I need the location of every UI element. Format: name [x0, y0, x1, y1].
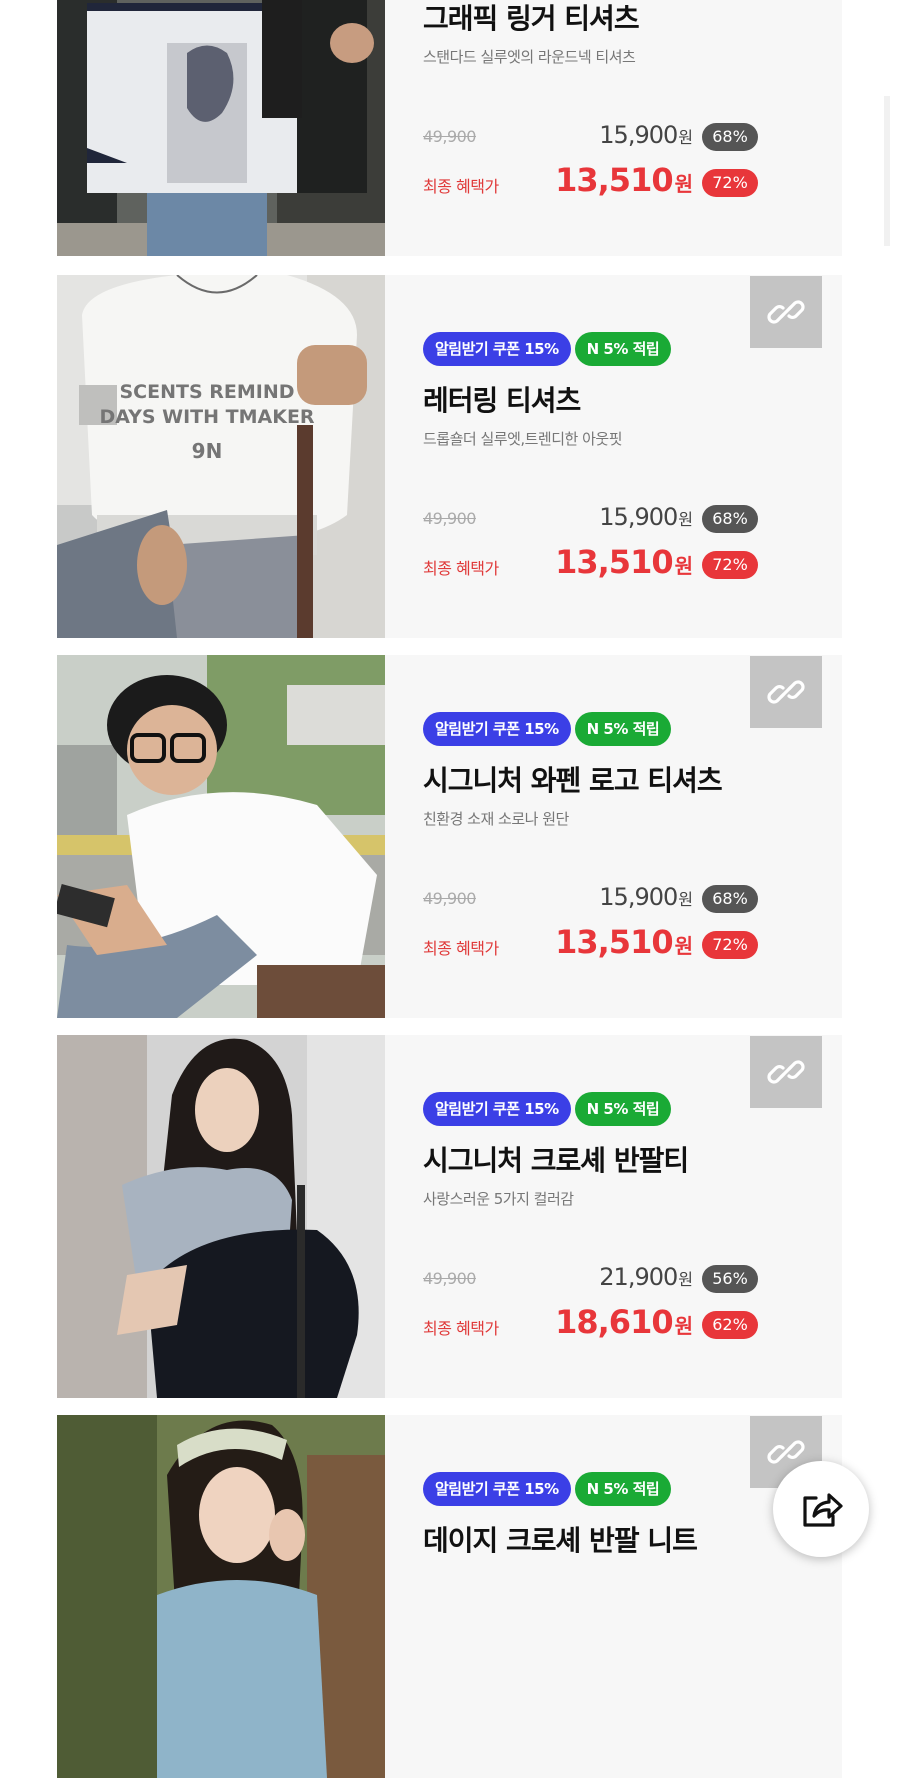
- final-discount-badge: 72%: [702, 551, 758, 579]
- final-price-label: 최종 혜택가: [423, 939, 499, 958]
- currency-label: 원: [674, 172, 693, 196]
- currency-label: 원: [674, 554, 693, 578]
- benefit-badges: 알림받기 쿠폰 15% N 5% 적립: [423, 1472, 672, 1506]
- original-price: 49,900: [423, 127, 476, 146]
- product-subtitle: 스탠다드 실루엣의 라운드넥 티셔츠: [423, 48, 636, 66]
- final-price-label: 최종 혜택가: [423, 1319, 499, 1338]
- product-subtitle: 친환경 소재 소로나 원단: [423, 810, 569, 828]
- final-price-label: 최종 혜택가: [423, 177, 499, 196]
- currency-label: 원: [678, 1270, 693, 1289]
- final-price-value: 18,610: [555, 1303, 673, 1341]
- benefit-badges: 알림받기 쿠폰 15% N 5% 적립: [423, 1092, 672, 1126]
- product-image[interactable]: SCENTS REMIND DAYS WITH TMAKER 9N: [57, 275, 385, 638]
- point-badge: N 5% 적립: [574, 1472, 672, 1506]
- final-price: 13,510 원: [555, 543, 693, 581]
- final-price-label: 최종 혜택가: [423, 559, 499, 578]
- product-title[interactable]: 시그니처 와펜 로고 티셔츠: [423, 759, 723, 799]
- sale-price-value: 21,900: [599, 1263, 678, 1291]
- product-image[interactable]: [57, 0, 385, 256]
- link-icon: [767, 680, 805, 704]
- product-title[interactable]: 레터링 티셔츠: [423, 379, 581, 419]
- final-price: 18,610 원: [555, 1303, 693, 1341]
- final-discount-badge: 72%: [702, 169, 758, 197]
- shirt-print-text: SCENTS REMIND: [119, 381, 294, 403]
- discount-badge: 68%: [702, 123, 758, 151]
- currency-label: 원: [678, 510, 693, 529]
- link-icon: [767, 300, 805, 324]
- final-discount-badge: 72%: [702, 931, 758, 959]
- sale-price-value: 15,900: [599, 883, 678, 911]
- discount-badge: 56%: [702, 1265, 758, 1293]
- coupon-badge: 알림받기 쿠폰 15%: [423, 332, 571, 366]
- sale-price: 15,900원: [599, 883, 693, 911]
- link-icon: [767, 1060, 805, 1084]
- currency-label: 원: [674, 1314, 693, 1338]
- copy-link-button[interactable]: [750, 656, 822, 728]
- product-image[interactable]: [57, 655, 385, 1018]
- original-price: 49,900: [423, 1269, 476, 1288]
- product-subtitle: 사랑스러운 5가지 컬러감: [423, 1190, 574, 1208]
- sale-price-value: 15,900: [599, 503, 678, 531]
- point-badge: N 5% 적립: [574, 1092, 672, 1126]
- point-badge: N 5% 적립: [574, 332, 672, 366]
- coupon-badge: 알림받기 쿠폰 15%: [423, 712, 571, 746]
- original-price: 49,900: [423, 509, 476, 528]
- final-discount-badge: 62%: [702, 1311, 758, 1339]
- scroll-indicator: [884, 96, 890, 246]
- product-title[interactable]: 시그니처 크로셰 반팔티: [423, 1139, 689, 1179]
- coupon-badge: 알림받기 쿠폰 15%: [423, 1472, 571, 1506]
- sale-price-value: 15,900: [599, 121, 678, 149]
- copy-link-button[interactable]: [750, 276, 822, 348]
- product-title[interactable]: 데이지 크로셰 반팔 니트: [423, 1519, 698, 1559]
- final-price-value: 13,510: [555, 923, 673, 961]
- original-price: 49,900: [423, 889, 476, 908]
- final-price: 13,510 원: [555, 161, 693, 199]
- sale-price: 15,900원: [599, 121, 693, 149]
- sale-price: 21,900원: [599, 1263, 693, 1291]
- final-price-value: 13,510: [555, 543, 673, 581]
- product-title[interactable]: 그래픽 링거 티셔츠: [423, 0, 640, 37]
- benefit-badges: 알림받기 쿠폰 15% N 5% 적립: [423, 712, 672, 746]
- shirt-print-text: 9N: [192, 439, 223, 463]
- sale-price: 15,900원: [599, 503, 693, 531]
- shirt-print-text: DAYS WITH TMAKER: [99, 406, 314, 428]
- product-card[interactable]: 알림받기 쿠폰 15% N 5% 적립 시그니처 와펜 로고 티셔츠 친환경 소…: [57, 655, 842, 1018]
- currency-label: 원: [678, 128, 693, 147]
- final-price-value: 13,510: [555, 161, 673, 199]
- discount-badge: 68%: [702, 885, 758, 913]
- coupon-badge: 알림받기 쿠폰 15%: [423, 1092, 571, 1126]
- share-icon: [803, 1493, 843, 1527]
- product-card[interactable]: 알림받기 쿠폰 15% N 5% 적립 시그니처 크로셰 반팔티 사랑스러운 5…: [57, 1035, 842, 1398]
- product-card[interactable]: 알림받기 쿠폰 15% N 5% 적립 데이지 크로셰 반팔 니트: [57, 1415, 842, 1778]
- currency-label: 원: [674, 934, 693, 958]
- point-badge: N 5% 적립: [574, 712, 672, 746]
- copy-link-button[interactable]: [750, 1036, 822, 1108]
- product-card[interactable]: 그래픽 링거 티셔츠 스탠다드 실루엣의 라운드넥 티셔츠 49,900 15,…: [57, 0, 842, 256]
- product-subtitle: 드롭숄더 실루엣,트렌디한 아웃핏: [423, 430, 623, 448]
- product-image[interactable]: [57, 1415, 385, 1778]
- product-card[interactable]: SCENTS REMIND DAYS WITH TMAKER 9N 알림받기 쿠…: [57, 275, 842, 638]
- currency-label: 원: [678, 890, 693, 909]
- discount-badge: 68%: [702, 505, 758, 533]
- benefit-badges: 알림받기 쿠폰 15% N 5% 적립: [423, 332, 672, 366]
- product-image[interactable]: [57, 1035, 385, 1398]
- final-price: 13,510 원: [555, 923, 693, 961]
- share-button[interactable]: [773, 1461, 869, 1557]
